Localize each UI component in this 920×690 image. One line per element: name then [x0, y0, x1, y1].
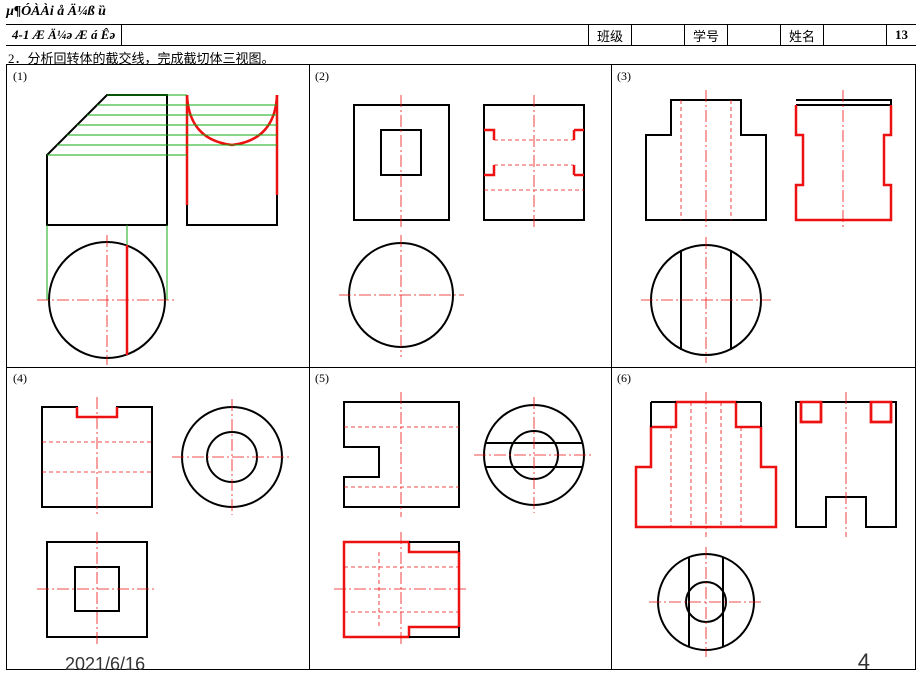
class-value — [631, 25, 684, 45]
page-number-header: 13 — [886, 25, 916, 45]
drawing-5 — [309, 367, 611, 670]
id-value — [727, 25, 780, 45]
header-bar: 4-1 Æ Ä¼ǝ Æ á Êǝ 班级 学号 姓名 13 — [6, 24, 916, 46]
drawing-3 — [611, 65, 917, 368]
top-title: µ¶ÓÀÀi å Ä¼ß ȕ — [6, 4, 106, 20]
cell-6: (6) — [611, 367, 917, 669]
cell-1: (1) — [7, 65, 309, 367]
cell-5: (5) — [309, 367, 611, 669]
id-label: 学号 — [684, 25, 727, 45]
name-label: 姓名 — [780, 25, 823, 45]
section-title: 4-1 Æ Ä¼ǝ Æ á Êǝ — [6, 25, 122, 45]
cell-4: (4) — [7, 367, 309, 669]
drawing-6 — [611, 367, 917, 670]
drawing-grid: (1) — [6, 64, 916, 670]
name-value — [823, 25, 886, 45]
cell-2: (2) — [309, 65, 611, 367]
drawing-1 — [7, 65, 309, 368]
class-label: 班级 — [588, 25, 631, 45]
footer-page: 4 — [858, 649, 870, 675]
page: µ¶ÓÀÀi å Ä¼ß ȕ 4-1 Æ Ä¼ǝ Æ á Êǝ 班级 学号 姓名… — [0, 0, 920, 690]
drawing-4 — [7, 367, 309, 670]
footer-date: 2021/6/16 — [65, 654, 145, 675]
drawing-2 — [309, 65, 611, 368]
cell-3: (3) — [611, 65, 917, 367]
